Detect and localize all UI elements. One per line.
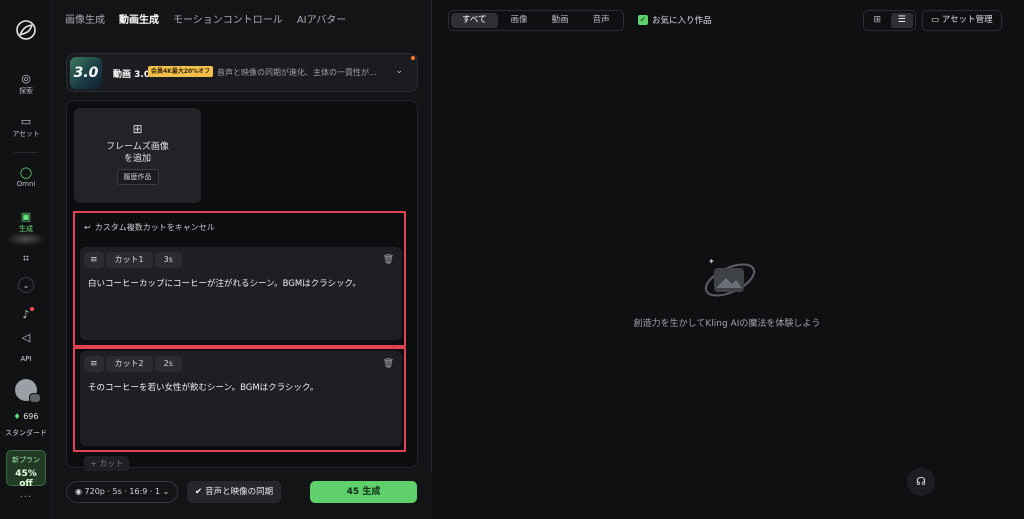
grid-view-icon[interactable]: ⊞ [866, 13, 889, 28]
add-image-icon: ⊞ [132, 122, 143, 136]
rail-create[interactable]: ▣ 生成 [0, 208, 52, 234]
settings-value: 720p · 5s · 16:9 · 1 [84, 487, 161, 496]
rail-explore-label: 探索 [19, 87, 33, 95]
filter-video[interactable]: 動画 [541, 13, 580, 28]
generate-label: 45 生成 [346, 487, 381, 497]
rail-explore[interactable]: ◎ 探索 [0, 70, 52, 96]
new-plan-promo[interactable]: 新プラン 45% off [6, 450, 46, 489]
rail-expand[interactable]: ⌄ [0, 277, 52, 293]
highlight-box-2 [73, 347, 406, 452]
frame-icon: ⌗ [22, 252, 30, 265]
more-menu[interactable]: ··· [0, 492, 52, 503]
chevron-down-icon: ⌄ [18, 277, 34, 293]
explore-icon: ◎ [21, 71, 31, 85]
rail-omni-label: Omni [16, 180, 36, 188]
rail-divider [14, 152, 38, 153]
model-description: 音声と映像の同期が進化、主体の一貫性が... [217, 68, 377, 77]
asset-management-button[interactable]: ▭ アセット管理 [922, 10, 1002, 31]
list-view-icon[interactable]: ☰ [890, 13, 913, 28]
checkbox-icon: ✓ [638, 15, 648, 25]
add-frame-label-2: を追加 [123, 154, 151, 164]
folder-icon: ▭ [931, 15, 940, 25]
model-name: 動画 3.0 [113, 70, 151, 80]
sync-label: 音声と映像の同期 [205, 487, 274, 497]
tab-motion-control[interactable]: モーションコントロール [173, 11, 283, 26]
add-cut-button[interactable]: + カット [84, 456, 130, 471]
promo-discount: 45% off [15, 469, 37, 489]
rail-api[interactable]: API [0, 355, 52, 363]
credit-drop-icon: ♦ [13, 412, 21, 421]
megaphone-icon: ◁ [21, 330, 31, 344]
settings-icon: ◉ [75, 487, 82, 496]
member-discount-badge: 会員4K最大20%オフ [148, 66, 214, 77]
rail-assets-label: アセット [12, 130, 40, 138]
rail-notifications[interactable]: ♪ [0, 306, 52, 322]
omni-icon: ◯ [19, 165, 33, 179]
filter-audio[interactable]: 音声 [582, 13, 621, 28]
history-button[interactable]: 履歴作品 [116, 169, 159, 185]
credit-count: 696 [23, 412, 39, 421]
rail-announcements[interactable]: ◁ [0, 329, 52, 345]
chevron-down-icon: ⌄ [395, 66, 403, 76]
rail-omni[interactable]: ◯ Omni [0, 164, 52, 189]
avatar[interactable] [15, 379, 41, 403]
active-glow [6, 232, 46, 246]
highlight-box-1 [73, 211, 406, 347]
empty-state-text: 創造力を生かしてKling AIの魔法を体験しよう [633, 319, 821, 329]
create-icon: ▣ [20, 209, 32, 223]
notification-dot [30, 307, 34, 311]
favorites-label: お気に入り作品 [652, 16, 712, 26]
empty-gallery-icon: ✦ [704, 257, 756, 297]
add-frame-label-1: フレームズ画像 [106, 142, 169, 152]
model-selector[interactable]: 3.0 動画 3.0 会員4K最大20%オフ 音声と映像の同期が進化、主体の一貫… [66, 53, 418, 92]
add-frame-card[interactable]: ⊞ フレームズ画像 を追加 履歴作品 [74, 108, 201, 203]
folder-icon: ▭ [20, 114, 32, 128]
support-headset-icon[interactable]: ☊ [907, 468, 935, 496]
view-toggle: ⊞ ☰ [863, 10, 916, 31]
chevron-down-icon: ⌄ [162, 487, 170, 496]
top-nav: 画像生成 動画生成 モーションコントロール AIアバター [65, 11, 346, 26]
filter-all[interactable]: すべて [451, 13, 498, 28]
favorites-checkbox[interactable]: ✓ お気に入り作品 [638, 14, 712, 26]
generate-button[interactable]: 45 生成 [310, 481, 417, 503]
check-circle-icon: ✔ [195, 487, 203, 497]
plan-label: スタンダード [5, 429, 47, 437]
rail-frame[interactable]: ⌗ [0, 251, 52, 267]
rail-api-label: API [20, 355, 32, 363]
tab-video-gen[interactable]: 動画生成 [119, 11, 159, 26]
credit-balance: ♦ 696 [0, 412, 52, 421]
rail-assets[interactable]: ▭ アセット [0, 113, 52, 139]
update-dot [411, 56, 415, 60]
output-settings[interactable]: ◉ 720p · 5s · 16:9 · 1 ⌄ [66, 481, 179, 503]
tab-ai-avatar[interactable]: AIアバター [297, 11, 346, 26]
audio-video-sync-toggle[interactable]: ✔ 音声と映像の同期 [187, 481, 282, 503]
model-thumbnail: 3.0 [70, 57, 102, 89]
kling-logo-icon[interactable] [14, 18, 38, 42]
promo-title: 新プラン [12, 456, 40, 464]
svg-text:✦: ✦ [708, 257, 715, 266]
media-filter: すべて 画像 動画 音声 [448, 10, 624, 31]
tab-image-gen[interactable]: 画像生成 [65, 11, 105, 26]
asset-management-label: アセット管理 [941, 15, 993, 25]
left-rail: ◎ 探索 ▭ アセット ◯ Omni ▣ 生成 ⌗ ⌄ ♪ ◁ API ♦ 69… [0, 0, 52, 519]
filter-image[interactable]: 画像 [500, 13, 539, 28]
